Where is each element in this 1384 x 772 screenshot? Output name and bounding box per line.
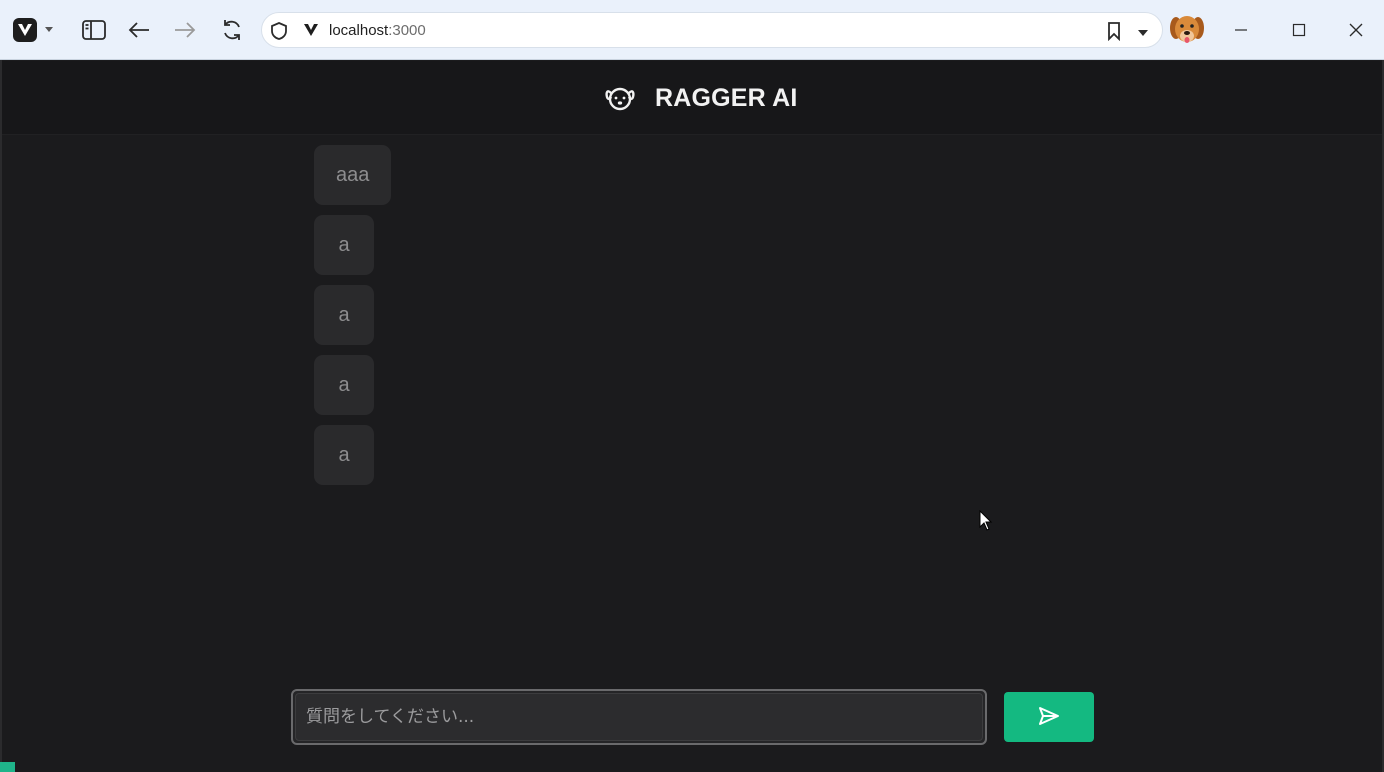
app-header: RAGGER AI (2, 61, 1382, 135)
dog-face-icon (604, 83, 636, 113)
chat-message-list: aaa a a a a (314, 145, 1094, 485)
question-input[interactable] (295, 693, 983, 741)
address-bar[interactable]: localhost:3000 (261, 12, 1163, 48)
browser-toolbar: localhost:3000 (0, 0, 1384, 60)
chat-message: a (314, 425, 374, 485)
back-icon[interactable] (123, 14, 155, 46)
forward-icon[interactable] (169, 14, 201, 46)
shield-icon[interactable] (270, 21, 288, 46)
vivaldi-icon[interactable] (13, 18, 37, 42)
sidebar-toggle-icon[interactable] (78, 14, 110, 46)
mouse-cursor-icon (979, 509, 993, 537)
status-accent (0, 762, 15, 772)
profile-avatar[interactable] (1168, 12, 1206, 48)
app-title: RAGGER AI (655, 84, 798, 112)
maximize-icon[interactable] (1283, 14, 1315, 46)
url-host: localhost (329, 22, 389, 39)
chevron-down-icon[interactable] (42, 22, 56, 41)
chat-message: a (314, 355, 374, 415)
chat-message: aaa (314, 145, 392, 205)
vivaldi-small-icon (303, 23, 319, 42)
send-icon (1038, 706, 1060, 729)
bookmark-icon[interactable] (1106, 21, 1122, 46)
address-url[interactable]: localhost:3000 (329, 22, 426, 39)
question-input-wrapper (291, 689, 987, 745)
url-port: :3000 (388, 22, 426, 39)
close-icon[interactable] (1340, 14, 1372, 46)
minimize-icon[interactable] (1225, 14, 1257, 46)
chat-message: a (314, 215, 374, 275)
send-button[interactable] (1004, 692, 1094, 742)
window-frame-left (0, 60, 2, 772)
reload-icon[interactable] (216, 14, 248, 46)
dropdown-icon[interactable] (1137, 25, 1149, 43)
chat-message: a (314, 285, 374, 345)
